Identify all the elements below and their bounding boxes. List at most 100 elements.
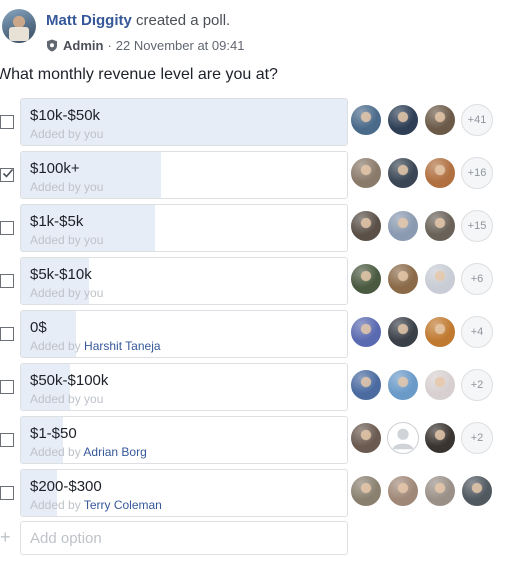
voter-avatar[interactable] bbox=[424, 422, 456, 454]
checkbox-checked[interactable] bbox=[0, 168, 14, 182]
voter-avatar[interactable] bbox=[461, 475, 493, 507]
voter-avatar[interactable] bbox=[350, 475, 382, 507]
voter-avatar[interactable] bbox=[387, 104, 419, 136]
default-avatar-icon[interactable] bbox=[387, 422, 419, 454]
poll-option-label: $50k-$100k bbox=[30, 372, 109, 389]
voter-avatar[interactable] bbox=[424, 157, 456, 189]
voter-avatar[interactable] bbox=[350, 157, 382, 189]
added-by-name: you bbox=[84, 127, 104, 141]
added-by-prefix: Added by bbox=[30, 339, 85, 353]
poll-option-label: $5k-$10k bbox=[30, 266, 92, 283]
poll-option-label: $100k+ bbox=[30, 160, 80, 177]
added-by-prefix: Added by bbox=[30, 180, 85, 194]
plus-icon: + bbox=[0, 527, 11, 547]
added-by-name-link[interactable]: Terry Coleman bbox=[84, 498, 162, 512]
poll-option-row: $100k+ Added by you +16 bbox=[0, 151, 525, 199]
voter-avatar[interactable] bbox=[424, 263, 456, 295]
voter-avatar[interactable] bbox=[387, 210, 419, 242]
voter-avatars: +4 bbox=[350, 316, 498, 348]
voter-avatars: +41 bbox=[350, 104, 498, 136]
add-option-input[interactable]: Add option bbox=[20, 521, 348, 555]
added-by-text: Added by you bbox=[30, 180, 103, 194]
voter-avatars: +2 bbox=[350, 369, 498, 401]
post-header: Matt Diggity created a poll. bbox=[46, 12, 230, 29]
author-name-link[interactable]: Matt Diggity bbox=[46, 12, 132, 29]
voter-avatar[interactable] bbox=[350, 263, 382, 295]
added-by-prefix: Added by bbox=[30, 498, 84, 512]
more-voters-button[interactable]: +16 bbox=[461, 157, 493, 189]
checkbox[interactable] bbox=[0, 221, 14, 235]
poll-option-label: $200-$300 bbox=[30, 478, 102, 495]
checkbox[interactable] bbox=[0, 380, 14, 394]
poll-option[interactable]: $5k-$10k Added by you bbox=[20, 257, 348, 305]
voter-avatar[interactable] bbox=[387, 475, 419, 507]
added-by-name: you bbox=[84, 180, 104, 194]
poll-option-row: $1-$50 Added by Adrian Borg +2 bbox=[0, 416, 525, 464]
post-meta: Admin · 22 November at 09:41 bbox=[46, 38, 244, 53]
poll-option-label: $1-$50 bbox=[30, 425, 77, 442]
voter-avatar[interactable] bbox=[350, 422, 382, 454]
more-voters-button[interactable]: +2 bbox=[461, 422, 493, 454]
added-by-prefix: Added by bbox=[30, 392, 85, 406]
voter-avatar[interactable] bbox=[387, 369, 419, 401]
voter-avatars: +6 bbox=[350, 263, 498, 295]
post-timestamp-link[interactable]: 22 November at 09:41 bbox=[116, 38, 245, 53]
poll-option[interactable]: $100k+ Added by you bbox=[20, 151, 348, 199]
post-action-text: created a poll. bbox=[136, 12, 231, 29]
added-by-text: Added by you bbox=[30, 127, 103, 141]
voter-avatar[interactable] bbox=[350, 316, 382, 348]
checkmark-icon bbox=[2, 168, 14, 178]
voter-avatar[interactable] bbox=[424, 316, 456, 348]
poll-option-row: 0$ Added by Harshit Taneja +4 bbox=[0, 310, 525, 358]
voter-avatar[interactable] bbox=[424, 475, 456, 507]
poll-option-label: 0$ bbox=[30, 319, 47, 336]
voter-avatars: +16 bbox=[350, 157, 498, 189]
checkbox[interactable] bbox=[0, 274, 14, 288]
added-by-prefix: Added by bbox=[30, 286, 85, 300]
added-by-text: Added by you bbox=[30, 286, 103, 300]
poll-option-row: $5k-$10k Added by you +6 bbox=[0, 257, 525, 305]
more-voters-button[interactable]: +4 bbox=[461, 316, 493, 348]
add-option-row: + Add option bbox=[0, 521, 525, 555]
voter-avatar[interactable] bbox=[424, 369, 456, 401]
added-by-prefix: Added by bbox=[30, 445, 84, 459]
more-voters-button[interactable]: +41 bbox=[461, 104, 493, 136]
added-by-text: Added by you bbox=[30, 233, 103, 247]
poll-option[interactable]: $10k-$50k Added by you bbox=[20, 98, 348, 146]
added-by-name-link[interactable]: Adrian Borg bbox=[83, 445, 146, 459]
voter-avatar[interactable] bbox=[387, 263, 419, 295]
added-by-name: you bbox=[84, 392, 104, 406]
voter-avatar[interactable] bbox=[350, 210, 382, 242]
poll-option[interactable]: $1k-$5k Added by you bbox=[20, 204, 348, 252]
checkbox[interactable] bbox=[0, 115, 14, 129]
more-voters-button[interactable]: +2 bbox=[461, 369, 493, 401]
added-by-prefix: Added by bbox=[30, 233, 85, 247]
poll-option-label: $1k-$5k bbox=[30, 213, 84, 230]
checkbox[interactable] bbox=[0, 327, 14, 341]
added-by-text: Added by you bbox=[30, 392, 103, 406]
voter-avatar[interactable] bbox=[387, 316, 419, 348]
poll-option[interactable]: $200-$300 Added by Terry Coleman bbox=[20, 469, 348, 517]
poll-option-row: $200-$300 Added by Terry Coleman bbox=[0, 469, 525, 517]
added-by-text: Added by Adrian Borg bbox=[30, 445, 147, 459]
added-by-text: Added by Terry Coleman bbox=[30, 498, 162, 512]
checkbox[interactable] bbox=[0, 433, 14, 447]
author-avatar[interactable] bbox=[2, 9, 36, 43]
poll-option[interactable]: $50k-$100k Added by you bbox=[20, 363, 348, 411]
voter-avatar[interactable] bbox=[350, 104, 382, 136]
more-voters-button[interactable]: +6 bbox=[461, 263, 493, 295]
voter-avatar[interactable] bbox=[387, 157, 419, 189]
added-by-name: you bbox=[84, 286, 104, 300]
added-by-text: Added by Harshit Taneja bbox=[30, 339, 161, 353]
checkbox[interactable] bbox=[0, 486, 14, 500]
poll-option[interactable]: $1-$50 Added by Adrian Borg bbox=[20, 416, 348, 464]
added-by-name-link[interactable]: Harshit Taneja bbox=[84, 339, 161, 353]
more-voters-button[interactable]: +15 bbox=[461, 210, 493, 242]
add-option-placeholder: Add option bbox=[30, 530, 102, 547]
voter-avatar[interactable] bbox=[424, 210, 456, 242]
poll-option-row: $10k-$50k Added by you +41 bbox=[0, 98, 525, 146]
poll-option[interactable]: 0$ Added by Harshit Taneja bbox=[20, 310, 348, 358]
meta-separator: · bbox=[107, 38, 112, 53]
voter-avatar[interactable] bbox=[350, 369, 382, 401]
voter-avatar[interactable] bbox=[424, 104, 456, 136]
